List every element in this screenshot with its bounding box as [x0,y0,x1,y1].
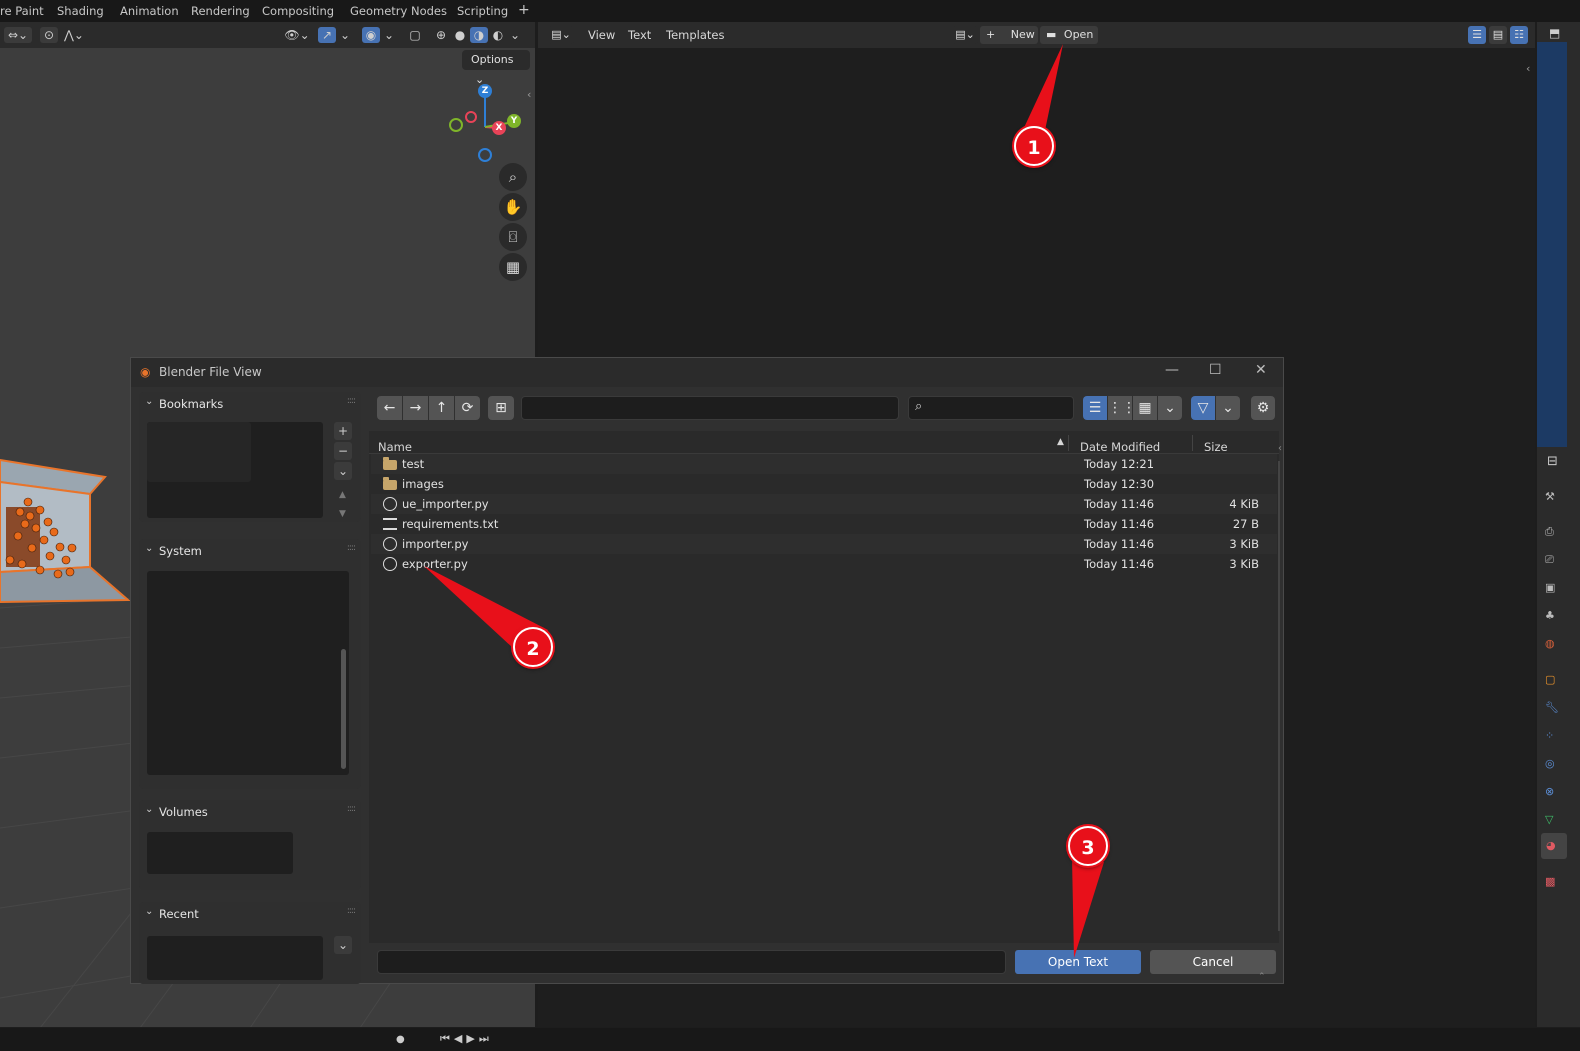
annotation-marker-3: 3 [1068,826,1108,866]
annotation-arrows [424,44,1104,958]
annotation-marker-2: 2 [513,627,553,667]
annotation-marker-1: 1 [1014,126,1054,166]
